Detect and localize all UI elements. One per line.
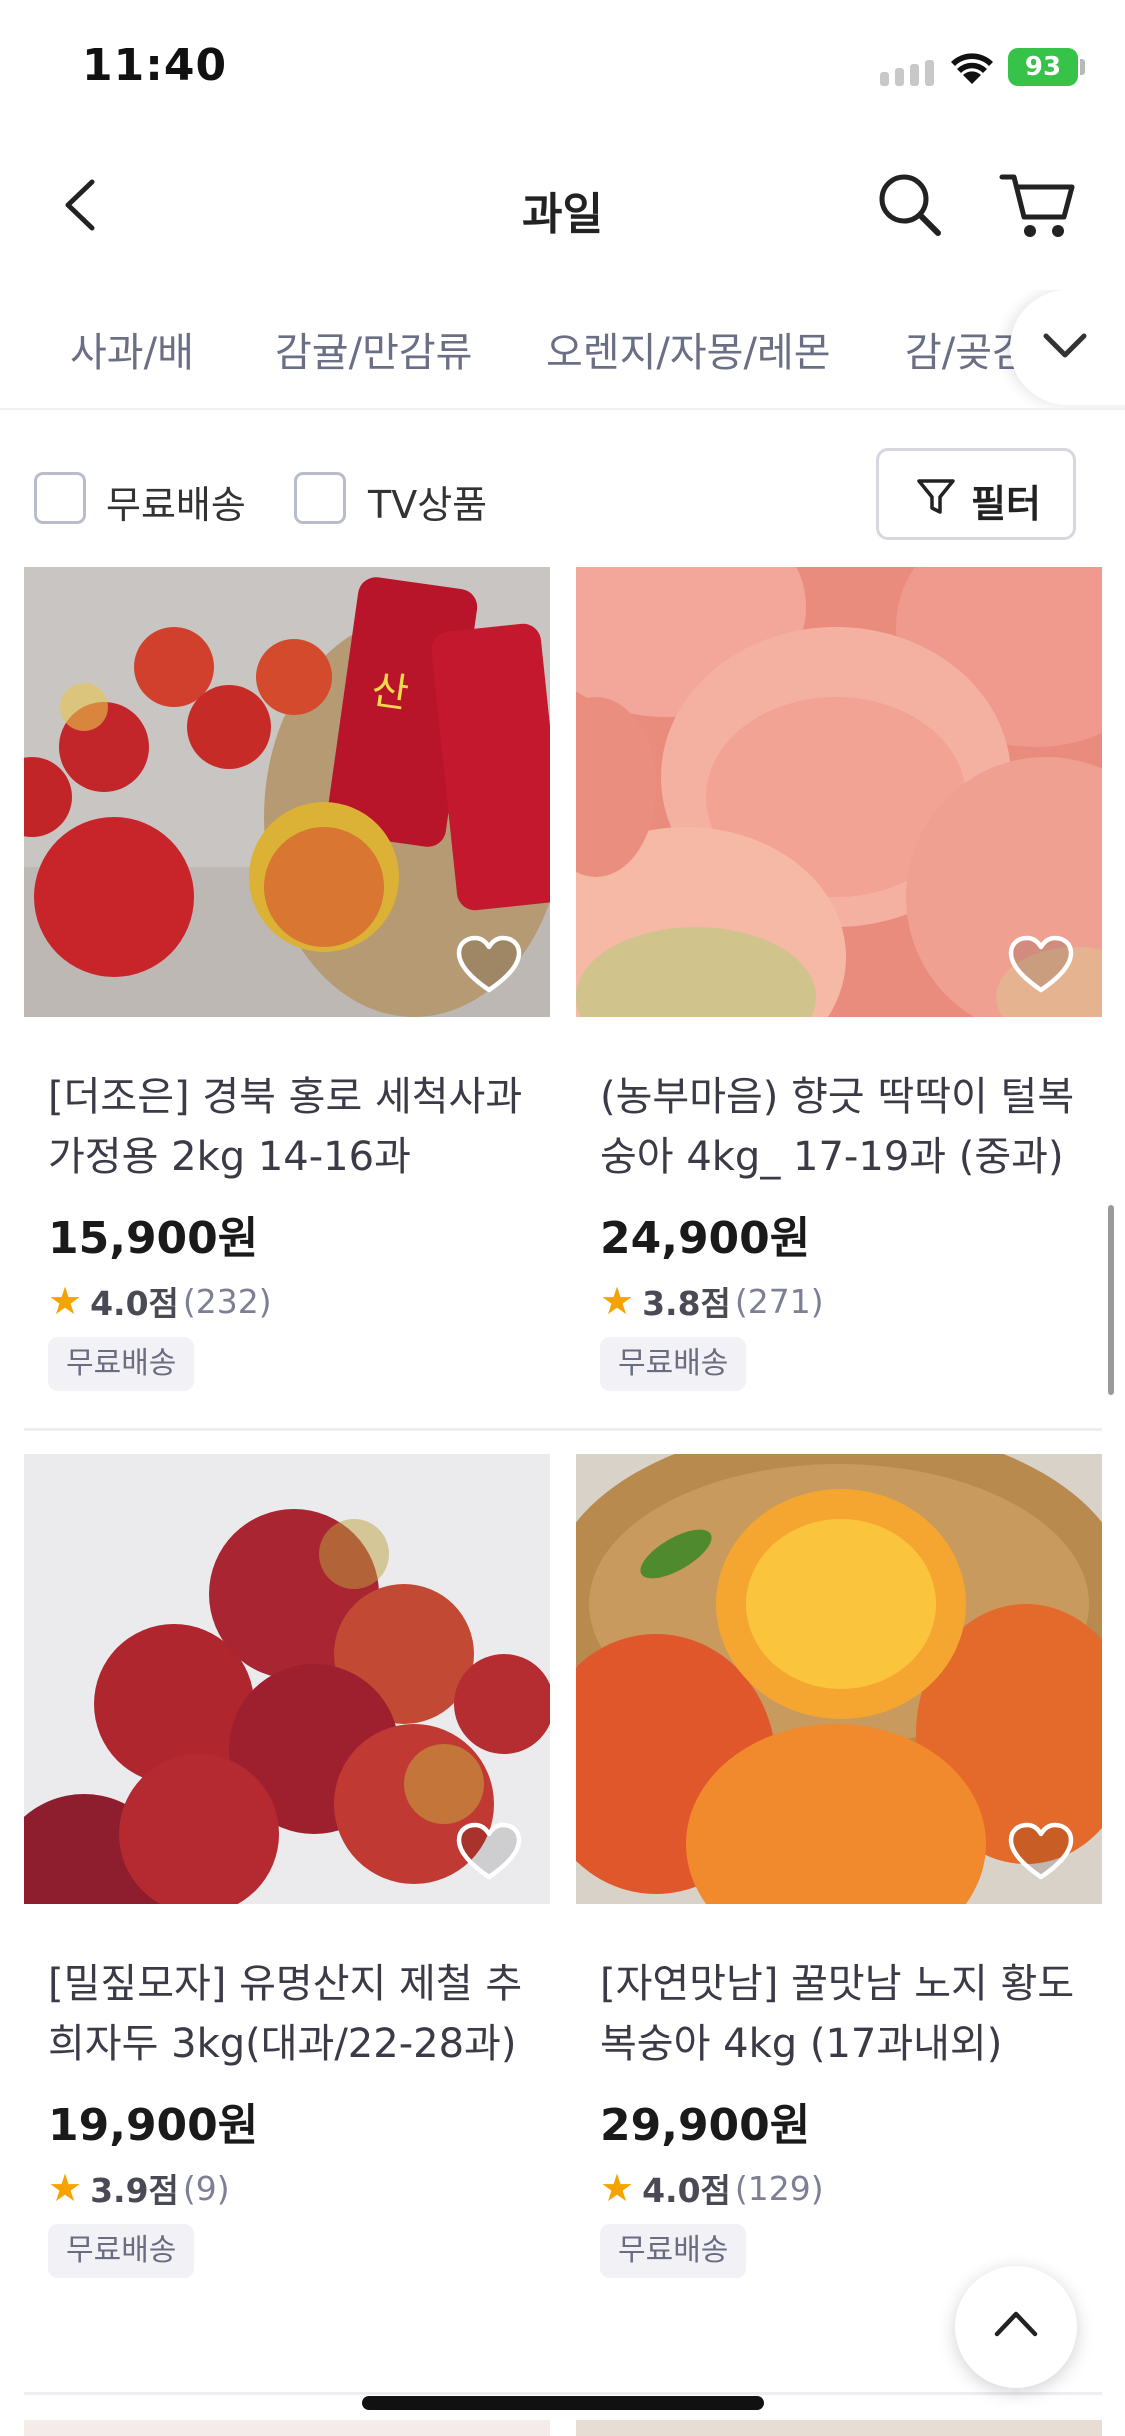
category-tabs: 사과/배 감귤/만감류 오렌지/자몽/레몬 감/곶감 bbox=[0, 290, 1125, 410]
heart-icon[interactable] bbox=[456, 1822, 522, 1882]
scrollbar[interactable] bbox=[1108, 1205, 1114, 1395]
product-rating: ★ 4.0점 (129) bbox=[600, 2164, 824, 2212]
scroll-to-top-button[interactable] bbox=[955, 2266, 1077, 2388]
category-expand-button[interactable] bbox=[1010, 290, 1125, 405]
next-product-image[interactable] bbox=[576, 2420, 1102, 2436]
product-rating: ★ 3.8점 (271) bbox=[600, 1277, 824, 1325]
category-tab-orange[interactable]: 오렌지/자몽/레몬 bbox=[546, 320, 831, 378]
product-price: 19,900원 bbox=[48, 2100, 259, 2151]
funnel-icon bbox=[917, 479, 955, 514]
row-divider bbox=[24, 2392, 1102, 2395]
status-time: 11:40 bbox=[82, 40, 228, 91]
product-title[interactable]: [밀짚모자] 유명산지 제철 추희자두 3kg(대과/22-28과) bbox=[48, 1954, 538, 2074]
product-title[interactable]: [자연맛남] 꿀맛남 노지 황도복숭아 4kg (17과내외) bbox=[600, 1954, 1090, 2074]
category-tab-citrus[interactable]: 감귤/만감류 bbox=[275, 320, 472, 378]
review-count: (271) bbox=[734, 1281, 824, 1321]
next-product-image[interactable] bbox=[24, 2420, 550, 2436]
product-card[interactable]: [자연맛남] 꿀맛남 노지 황도복숭아 4kg (17과내외) 29,900원 … bbox=[576, 1454, 1102, 2294]
product-card[interactable]: 산 [더조은] 경북 홍로 세척사과 가정용 2kg 14-16과 15,900… bbox=[24, 567, 550, 1407]
review-count: (129) bbox=[734, 2168, 824, 2208]
free-shipping-badge: 무료배송 bbox=[48, 1337, 195, 1391]
wifi-icon bbox=[951, 53, 993, 84]
product-image-fuzzy-peach[interactable] bbox=[576, 567, 1102, 1017]
product-title[interactable]: [더조은] 경북 홍로 세척사과 가정용 2kg 14-16과 bbox=[48, 1067, 538, 1187]
cart-icon[interactable] bbox=[998, 165, 1080, 245]
product-image-yellow-peach[interactable] bbox=[576, 1454, 1102, 1904]
svg-text:산: 산 bbox=[369, 667, 412, 718]
review-count: (9) bbox=[182, 2168, 230, 2208]
rating-score: 3.8점 bbox=[642, 1284, 731, 1323]
review-count: (232) bbox=[182, 1281, 272, 1321]
product-price: 29,900원 bbox=[600, 2100, 811, 2151]
product-rating: ★ 4.0점 (232) bbox=[48, 1277, 272, 1325]
free-shipping-badge: 무료배송 bbox=[600, 1337, 747, 1391]
battery-icon: 93 bbox=[1008, 48, 1078, 86]
product-rating: ★ 3.9점 (9) bbox=[48, 2164, 230, 2212]
product-title[interactable]: (농부마음) 향긋 딱딱이 털복숭아 4kg_ 17-19과 (중과) bbox=[600, 1067, 1090, 1187]
free-shipping-badge: 무료배송 bbox=[600, 2224, 747, 2278]
star-icon: ★ bbox=[48, 1279, 83, 1323]
page-title: 과일 bbox=[522, 189, 603, 240]
product-price: 24,900원 bbox=[600, 1213, 811, 1264]
heart-icon[interactable] bbox=[456, 935, 522, 995]
product-price: 15,900원 bbox=[48, 1213, 259, 1264]
star-icon: ★ bbox=[48, 2166, 83, 2210]
heart-icon[interactable] bbox=[1008, 935, 1074, 995]
free-shipping-checkbox[interactable] bbox=[34, 472, 86, 524]
free-shipping-badge: 무료배송 bbox=[48, 2224, 195, 2278]
product-image-apple[interactable]: 산 bbox=[24, 567, 550, 1017]
star-icon: ★ bbox=[600, 1279, 635, 1323]
filter-row: 무료배송 TV상품 필터 bbox=[0, 440, 1125, 540]
row-divider bbox=[24, 1428, 1102, 1431]
filter-button[interactable]: 필터 bbox=[876, 448, 1076, 540]
filter-label: 필터 bbox=[971, 482, 1041, 526]
battery-cap bbox=[1080, 59, 1085, 75]
star-icon: ★ bbox=[600, 2166, 635, 2210]
cellular-signal-icon bbox=[880, 60, 934, 86]
product-card[interactable]: [밀짚모자] 유명산지 제철 추희자두 3kg(대과/22-28과) 19,90… bbox=[24, 1454, 550, 2294]
app-header: 과일 bbox=[0, 140, 1125, 270]
tv-product-checkbox[interactable] bbox=[294, 472, 346, 524]
status-bar: 11:40 93 bbox=[0, 0, 1125, 130]
tv-product-label[interactable]: TV상품 bbox=[368, 474, 487, 529]
product-card[interactable]: (농부마음) 향긋 딱딱이 털복숭아 4kg_ 17-19과 (중과) 24,9… bbox=[576, 567, 1102, 1407]
rating-score: 3.9점 bbox=[90, 2171, 179, 2210]
battery-level: 93 bbox=[1024, 52, 1062, 82]
rating-score: 4.0점 bbox=[90, 1284, 179, 1323]
search-icon[interactable] bbox=[870, 165, 950, 245]
heart-icon[interactable] bbox=[1008, 1822, 1074, 1882]
product-image-plum[interactable] bbox=[24, 1454, 550, 1904]
chevron-down-icon bbox=[1043, 333, 1087, 358]
category-tab-apple-pear[interactable]: 사과/배 bbox=[70, 320, 194, 378]
free-shipping-label[interactable]: 무료배송 bbox=[106, 474, 246, 529]
rating-score: 4.0점 bbox=[642, 2171, 731, 2210]
home-indicator[interactable] bbox=[362, 2396, 764, 2410]
chevron-up-icon bbox=[994, 2311, 1038, 2337]
